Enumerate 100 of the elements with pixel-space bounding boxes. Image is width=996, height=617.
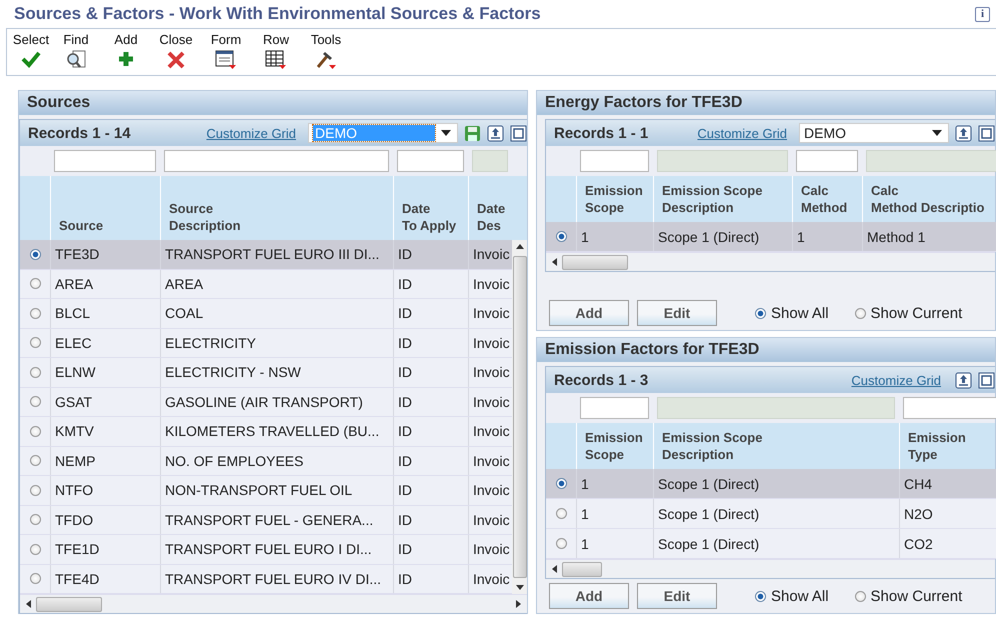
row-radio[interactable] [30, 573, 40, 584]
table-cell: TFE1D [50, 535, 160, 564]
row-radio[interactable] [30, 308, 40, 319]
table-cell: ID [393, 299, 468, 328]
action-button[interactable]: Add [549, 300, 629, 326]
table-cell: TRANSPORT FUEL EURO III DI... [160, 240, 393, 268]
maximize-icon[interactable] [510, 124, 527, 142]
filter-field[interactable] [164, 150, 389, 172]
table-cell: ID [393, 476, 468, 504]
table-cell: ID [393, 446, 468, 475]
maximize-icon[interactable] [978, 124, 995, 142]
row-radio[interactable] [30, 426, 40, 437]
table-row[interactable]: TFE3D TRANSPORT FUEL EURO III DI... ID Invoic [20, 240, 512, 270]
table-row[interactable]: ELNW ELECTRICITY - NSW ID Invoic [20, 358, 512, 388]
table-row[interactable]: TFDO TRANSPORT FUEL - GENERA... ID Invoic [20, 506, 512, 535]
table-row[interactable]: ELEC ELECTRICITY ID Invoic [20, 328, 512, 358]
customize-grid-link[interactable]: Customize Grid [206, 126, 296, 140]
option-radio[interactable] [755, 308, 766, 318]
row-radio[interactable] [556, 478, 566, 489]
filter-field[interactable] [397, 150, 464, 172]
table-row[interactable]: 1 Scope 1 (Direct) 1 Method 1 [546, 222, 996, 252]
customize-grid-link[interactable]: Customize Grid [697, 126, 787, 140]
dropdown-arrow-icon [441, 130, 451, 136]
toolbar-button[interactable]: Tools [301, 33, 351, 75]
option-radio[interactable] [854, 308, 866, 318]
radio-option[interactable]: Show All [755, 588, 829, 604]
option-radio[interactable] [854, 590, 866, 602]
filter-field[interactable] [580, 150, 649, 172]
table-row[interactable]: NTFO NON-TRANSPORT FUEL OIL ID Invoic [20, 476, 512, 506]
table-cell: BLCL [50, 299, 160, 328]
table-row[interactable]: TFE1D TRANSPORT FUEL EURO I DI... ID Invoic [20, 535, 512, 564]
filter-field[interactable] [54, 150, 156, 172]
row-radio[interactable] [30, 484, 40, 496]
row-radio[interactable] [30, 337, 40, 348]
table-cell: TFE4D [50, 564, 160, 593]
row-radio[interactable] [556, 231, 566, 242]
option-radio[interactable] [755, 590, 766, 602]
table-row[interactable]: AREA AREA ID Invoic [20, 270, 512, 299]
table-cell: AREA [50, 270, 160, 298]
action-button[interactable]: Edit [637, 300, 717, 326]
row-radio[interactable] [556, 538, 566, 549]
row-radio[interactable] [30, 278, 40, 290]
table-cell: ID [393, 328, 468, 357]
scroll-thumb[interactable] [562, 254, 628, 270]
table-row[interactable]: 1 Scope 1 (Direct) CH4 [546, 469, 996, 499]
toolbar-button[interactable]: Form [201, 33, 251, 75]
table-cell: ID [393, 564, 468, 593]
filter-field[interactable] [580, 397, 649, 419]
scroll-thumb[interactable] [36, 596, 102, 612]
table-row[interactable]: NEMP NO. OF EMPLOYEES ID Invoic [20, 446, 512, 476]
row-radio[interactable] [30, 366, 40, 378]
vertical-scrollbar[interactable] [512, 240, 527, 594]
row-radio[interactable] [30, 455, 40, 466]
row-radio[interactable] [30, 248, 40, 260]
table-row[interactable]: 1 Scope 1 (Direct) N2O [546, 499, 996, 529]
info-icon[interactable]: i [975, 6, 990, 22]
table-cell: ID [393, 388, 468, 416]
action-button[interactable]: Add [549, 583, 629, 609]
table-cell: COAL [160, 299, 393, 328]
scroll-thumb[interactable] [512, 256, 526, 578]
toolbar-button[interactable]: Close [151, 33, 201, 75]
scroll-thumb[interactable] [562, 562, 602, 576]
table-cell: TRANSPORT FUEL EURO I DI... [160, 535, 393, 564]
radio-option[interactable]: Show Current [854, 588, 962, 604]
horizontal-scrollbar[interactable] [546, 252, 995, 271]
filter-field[interactable] [796, 150, 858, 172]
save-icon[interactable] [464, 124, 481, 142]
export-icon[interactable] [487, 124, 504, 142]
row-radio[interactable] [30, 514, 40, 526]
export-icon[interactable] [955, 124, 972, 142]
radio-option[interactable]: Show All [755, 304, 829, 322]
row-radio[interactable] [30, 396, 40, 408]
radio-option[interactable]: Show Current [854, 304, 962, 322]
maximize-icon[interactable] [978, 372, 995, 388]
records-count: Records 1 - 14 [28, 124, 131, 142]
toolbar-button[interactable]: Add [101, 33, 151, 75]
table-row[interactable]: BLCL COAL ID Invoic [20, 299, 512, 328]
table-row[interactable]: GSAT GASOLINE (AIR TRANSPORT) ID Invoic [20, 388, 512, 417]
table-cell: GSAT [50, 388, 160, 416]
horizontal-scrollbar[interactable] [20, 594, 527, 613]
table-row[interactable]: KMTV KILOMETERS TRAVELLED (BU... ID Invoic [20, 417, 512, 446]
row-radio[interactable] [30, 544, 40, 555]
table-cell: Method 1 [862, 222, 996, 251]
horizontal-scrollbar[interactable] [546, 559, 995, 578]
grid-format-dropdown[interactable]: DEMO [799, 123, 949, 143]
table-cell: 1 [792, 222, 862, 251]
toolbar-button[interactable]: Row [251, 33, 301, 75]
table-cell: Scope 1 (Direct) [653, 529, 899, 558]
toolbar-button[interactable]: Find [51, 33, 101, 75]
customize-grid-link[interactable]: Customize Grid [851, 372, 941, 388]
checkmark-icon [21, 50, 41, 68]
row-radio[interactable] [556, 508, 566, 519]
action-button[interactable]: Edit [637, 583, 717, 609]
table-cell: CH4 [899, 469, 996, 498]
filter-field[interactable] [903, 397, 996, 419]
hammer-icon [315, 50, 337, 70]
export-icon[interactable] [955, 372, 972, 388]
table-cell: ID [393, 240, 468, 268]
toolbar-button[interactable]: Select [11, 33, 51, 75]
records-count: Records 1 - 1 [554, 124, 648, 142]
